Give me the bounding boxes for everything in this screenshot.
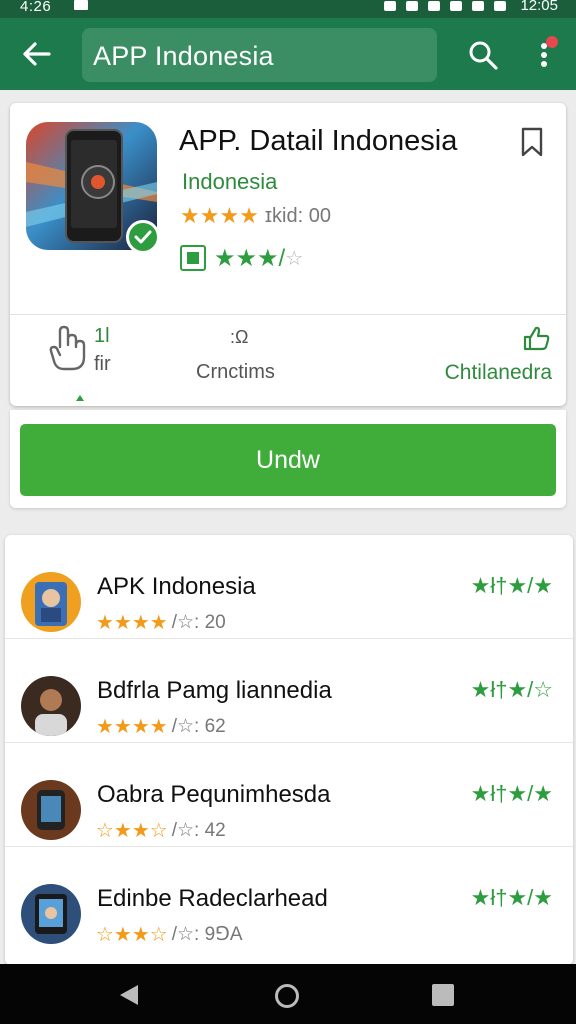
bluetooth-icon (406, 1, 419, 11)
back-arrow-icon[interactable] (22, 40, 52, 68)
item-name: Edinbe Radeclarhead (97, 885, 328, 912)
item-rating: ★★★★ /☆: 20 (96, 610, 226, 635)
divider (10, 314, 566, 315)
list-item[interactable]: APK Indonesia ★★★★ /☆: 20 ★ł†★/★ (5, 535, 573, 639)
install-section: Undw (10, 410, 566, 508)
search-query: APP Indonesia (93, 41, 274, 71)
stat-channel[interactable]: Chtilanedra (422, 325, 552, 395)
list-item[interactable]: Edinbe Radeclarhead ☆★★☆ /☆: 9⅁A ★ł†★/★ (5, 847, 573, 951)
item-rating-text: /☆: 62 (171, 716, 226, 737)
selection-indicator (76, 395, 84, 401)
rating-count: ɪkid: 00 (264, 204, 331, 227)
status-icons: 12:05 (384, 0, 558, 14)
status-time: 4:26 (20, 0, 52, 15)
item-stars: ★★★★ (96, 716, 168, 738)
avatar (21, 884, 81, 944)
stat-label-right: Chtilanedra (444, 361, 552, 384)
developer-link[interactable]: Indonesia (182, 169, 277, 195)
stat-comments[interactable]: :Ω Crnctims (196, 325, 296, 395)
app-title: APP. Datail Indonesia (179, 125, 458, 157)
list-item[interactable]: Oabra Pequnimhesda ☆★★☆ /☆: 42 ★ł†★/★ (5, 743, 573, 847)
item-name: Bdfrla Pamg liannedia (97, 677, 332, 704)
status-bar: 4:26 12:05 (0, 0, 576, 18)
avatar (21, 676, 81, 736)
green-stars: ★★★/ (214, 244, 286, 272)
vibrate-icon (428, 1, 441, 11)
alarm-icon (384, 1, 397, 11)
status-clock: 12:05 (520, 0, 558, 14)
related-apps-list: APK Indonesia ★★★★ /☆: 20 ★ł†★/★ Bdfrla … (5, 535, 573, 965)
item-stars: ☆★★☆ (96, 924, 168, 946)
stat-label-left: fir (94, 353, 111, 375)
comments-icon: :Ω (230, 327, 249, 347)
hand-icon (49, 325, 86, 371)
rating-stars: ★★★★ (180, 203, 259, 228)
system-nav-bar (0, 964, 576, 1024)
search-field[interactable]: APP Indonesia (82, 28, 437, 82)
notification-icon (74, 0, 88, 10)
stat-label-mid: Crnctims (196, 361, 275, 383)
gray-star: ☆ (285, 247, 304, 270)
avatar (21, 780, 81, 840)
nav-recents-icon[interactable] (432, 984, 454, 1006)
install-button[interactable]: Undw (20, 424, 556, 496)
stat-value: 1l (94, 325, 110, 347)
item-rating-text: /☆: 42 (171, 820, 226, 841)
item-stars: ☆★★☆ (96, 820, 168, 842)
bookmark-icon[interactable] (520, 127, 544, 157)
app-bar: APP Indonesia (0, 18, 576, 90)
item-name: APK Indonesia (97, 573, 256, 600)
search-icon[interactable] (468, 40, 498, 70)
item-green-stars: ★ł†★/★ (470, 781, 553, 806)
item-rating: ★★★★ /☆: 62 (96, 714, 226, 739)
stat-downloads[interactable]: 1l fir (48, 325, 138, 401)
item-green-stars: ★ł†★/☆ (470, 677, 553, 702)
verified-check-icon (126, 220, 160, 254)
wifi-icon (450, 1, 463, 11)
rating-row: ★★★★ ɪkid: 00 (180, 203, 331, 228)
list-item[interactable]: Bdfrla Pamg liannedia ★★★★ /☆: 62 ★ł†★/☆ (5, 639, 573, 743)
content-rating-row: ★★★/ ☆ (180, 244, 303, 272)
content-rating-icon (180, 245, 206, 271)
nav-home-icon[interactable] (275, 984, 299, 1008)
item-green-stars: ★ł†★/★ (470, 573, 553, 598)
item-name: Oabra Pequnimhesda (97, 781, 331, 808)
signal-icon (472, 1, 485, 11)
app-detail-card: APP. Datail Indonesia Indonesia ★★★★ ɪki… (10, 103, 566, 406)
nav-back-icon[interactable] (118, 984, 140, 1006)
item-green-stars: ★ł†★/★ (470, 885, 553, 910)
thumbs-up-icon (523, 326, 550, 351)
item-rating: ☆★★☆ /☆: 9⅁A (96, 922, 243, 947)
item-rating-text: /☆: 9⅁A (171, 924, 243, 945)
item-rating: ☆★★☆ /☆: 42 (96, 818, 226, 843)
notification-dot (546, 36, 558, 48)
item-stars: ★★★★ (96, 612, 168, 634)
battery-icon (494, 1, 507, 11)
avatar (21, 572, 81, 632)
item-rating-text: /☆: 20 (171, 612, 226, 633)
